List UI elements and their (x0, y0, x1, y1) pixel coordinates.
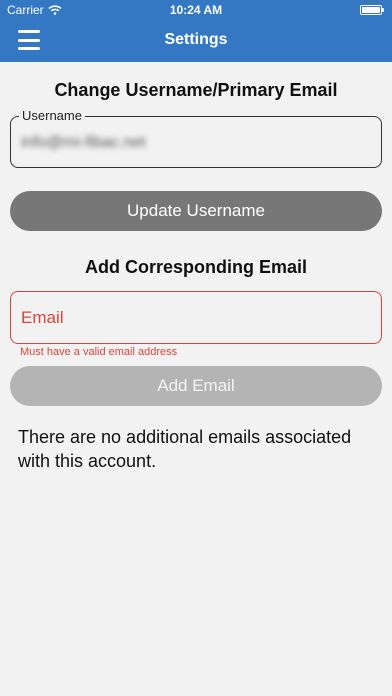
clock: 10:24 AM (169, 3, 223, 17)
nav-bar: Settings (0, 20, 392, 62)
no-emails-message: There are no additional emails associate… (18, 427, 352, 471)
email-error-message: Must have a valid email address (20, 346, 178, 358)
page-title: Settings (164, 31, 228, 48)
username-field-value: info@mi-fibac.net (21, 134, 146, 151)
username-field-label: Username (19, 108, 85, 123)
change-username-heading: Change Username/Primary Email (54, 80, 338, 100)
add-email-heading: Add Corresponding Email (84, 257, 307, 277)
battery-icon (360, 5, 384, 15)
add-email-button[interactable]: Add Email (10, 366, 382, 406)
status-bar: Carrier 10:24 AM (0, 0, 392, 20)
username-field[interactable]: Username info@mi-fibac.net (10, 108, 382, 168)
update-username-button[interactable]: Update Username (10, 191, 382, 231)
email-field[interactable] (10, 291, 382, 344)
email-input[interactable] (11, 292, 381, 343)
